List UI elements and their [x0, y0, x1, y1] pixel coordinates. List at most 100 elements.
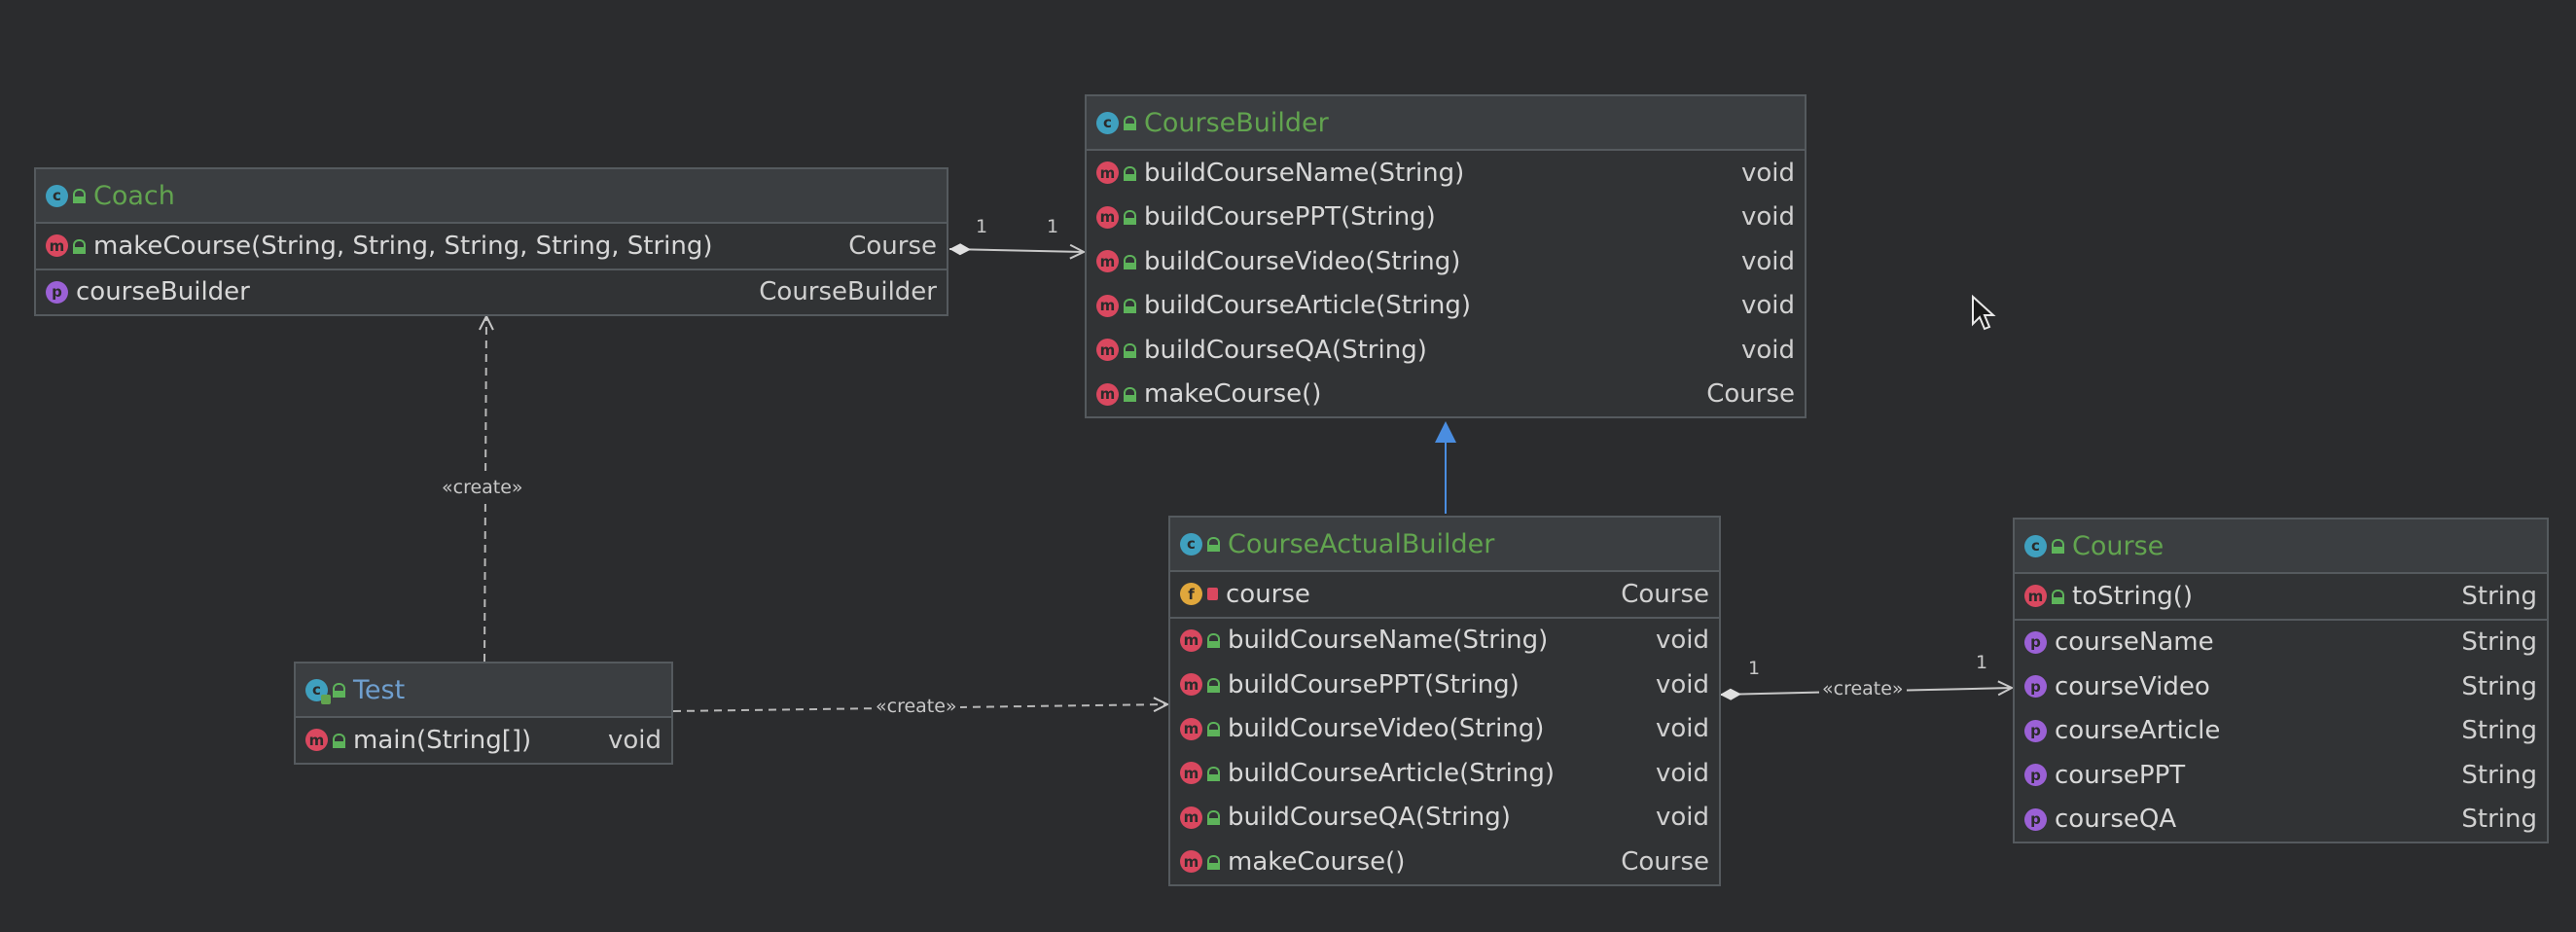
class-node-coursebuilder[interactable]: c CourseBuilder m buildCourseName(String… — [1085, 94, 1807, 418]
field-row[interactable]: p courseName String — [2015, 621, 2547, 665]
public-visibility-icon — [1207, 633, 1220, 649]
member-name: buildCourseQA(String) — [1144, 335, 1427, 365]
public-visibility-icon — [333, 683, 345, 698]
class-header[interactable]: c Coach — [36, 169, 947, 224]
method-row[interactable]: m buildCourseName(String) void — [1087, 151, 1805, 196]
member-type: void — [1655, 714, 1709, 744]
public-visibility-icon — [1124, 165, 1136, 181]
method-icon: m — [1180, 628, 1202, 652]
member-name: buildCourseName(String) — [1144, 158, 1465, 188]
class-node-courseactualbuilder[interactable]: c CourseActualBuilder f course Course m … — [1168, 516, 1721, 886]
multiplicity-label: 1 — [1044, 216, 1062, 237]
method-row[interactable]: m buildCourseArticle(String) void — [1170, 751, 1719, 796]
method-row[interactable]: m buildCoursePPT(String) void — [1170, 663, 1719, 707]
member-name: buildCoursePPT(String) — [1144, 202, 1436, 233]
member-name: makeCourse() — [1228, 846, 1406, 877]
field-row[interactable]: p courseQA String — [2015, 798, 2547, 842]
member-type: void — [1655, 758, 1709, 788]
member-type: void — [1655, 669, 1709, 699]
public-visibility-icon — [1207, 766, 1220, 781]
method-row[interactable]: m buildCourseName(String) void — [1170, 619, 1719, 663]
member-name: courseQA — [2055, 805, 2177, 835]
create-label: «create» — [873, 696, 960, 717]
method-row[interactable]: m buildCourseQA(String) void — [1087, 328, 1805, 373]
class-title: Test — [353, 674, 406, 705]
method-icon: m — [2024, 585, 2047, 608]
field-row[interactable]: p courseBuilder CourseBuilder — [36, 270, 947, 315]
method-row[interactable]: m buildCourseVideo(String) void — [1170, 707, 1719, 752]
property-icon: p — [2024, 807, 2047, 831]
method-row[interactable]: m makeCourse() Course — [1170, 840, 1719, 884]
member-type: String — [2461, 760, 2537, 790]
methods-section: m makeCourse(String, String, String, Str… — [36, 224, 947, 270]
property-icon: p — [46, 280, 68, 304]
class-icon: c — [46, 184, 68, 207]
method-icon: m — [1180, 806, 1202, 829]
member-type: void — [607, 725, 662, 755]
member-name: makeCourse() — [1144, 379, 1322, 410]
class-node-coach[interactable]: c Coach m makeCourse(String, String, Str… — [34, 167, 948, 316]
fields-section: p courseBuilder CourseBuilder — [36, 270, 947, 315]
fields-section: f course Course — [1170, 572, 1719, 619]
static-method-icon: m — [305, 729, 328, 752]
property-icon: p — [2024, 764, 2047, 787]
member-type: String — [2461, 805, 2537, 835]
field-row[interactable]: p coursePPT String — [2015, 753, 2547, 798]
fields-section: p courseName String p courseVideo String… — [2015, 621, 2547, 842]
member-type: void — [1740, 202, 1795, 233]
interface-icon: c — [1096, 111, 1119, 134]
public-visibility-icon — [73, 189, 86, 203]
field-row[interactable]: p courseArticle String — [2015, 709, 2547, 754]
public-visibility-icon — [1207, 677, 1220, 693]
member-type: String — [2461, 581, 2537, 611]
property-icon: p — [2024, 719, 2047, 742]
public-visibility-icon — [2052, 539, 2064, 554]
runnable-class-icon: c — [305, 678, 331, 704]
method-row[interactable]: m buildCourseArticle(String) void — [1087, 284, 1805, 329]
member-type: void — [1655, 803, 1709, 833]
class-node-test[interactable]: c Test m main(String[]) void — [294, 662, 673, 765]
class-title: Coach — [93, 180, 175, 211]
create-label: «create» — [1819, 678, 1907, 699]
member-name: buildCourseVideo(String) — [1228, 714, 1545, 744]
member-name: main(String[]) — [353, 725, 532, 755]
method-icon: m — [1180, 717, 1202, 740]
member-type: void — [1740, 335, 1795, 365]
member-type: void — [1740, 158, 1795, 188]
class-header[interactable]: c Test — [296, 663, 671, 718]
uml-class-diagram: 1 1 «create» «create» 1 «create» 1 c Coa… — [0, 0, 2576, 932]
method-icon: m — [1096, 294, 1119, 317]
member-type: Course — [1706, 379, 1795, 410]
class-header[interactable]: c Course — [2015, 520, 2547, 574]
member-name: makeCourse(String, String, String, Strin… — [93, 231, 713, 261]
member-name: buildCoursePPT(String) — [1228, 669, 1520, 699]
method-row[interactable]: m toString() String — [2015, 574, 2547, 619]
member-type: String — [2461, 716, 2537, 746]
member-name: courseArticle — [2055, 716, 2221, 746]
field-row[interactable]: f course Course — [1170, 572, 1719, 617]
create-label: «create» — [439, 477, 526, 498]
private-lock-icon — [1207, 588, 1218, 601]
field-row[interactable]: p courseVideo String — [2015, 664, 2547, 709]
method-row[interactable]: m buildCourseVideo(String) void — [1087, 239, 1805, 284]
field-icon: f — [1180, 583, 1202, 606]
member-type: CourseBuilder — [759, 277, 937, 307]
method-row[interactable]: m main(String[]) void — [296, 718, 671, 763]
method-row[interactable]: m buildCoursePPT(String) void — [1087, 196, 1805, 240]
class-title: CourseBuilder — [1144, 107, 1329, 138]
method-row[interactable]: m makeCourse() Course — [1087, 373, 1805, 417]
multiplicity-label: 1 — [1973, 652, 1991, 673]
class-node-course[interactable]: c Course m toString() String p courseNam… — [2013, 518, 2549, 843]
method-icon: m — [1180, 673, 1202, 697]
method-icon: m — [46, 234, 68, 258]
class-header[interactable]: c CourseBuilder — [1087, 96, 1805, 151]
member-name: buildCourseArticle(String) — [1228, 758, 1555, 788]
public-visibility-icon — [73, 238, 86, 254]
mouse-cursor-icon — [1972, 295, 1996, 331]
method-row[interactable]: m makeCourse(String, String, String, Str… — [36, 224, 947, 269]
method-row[interactable]: m buildCourseQA(String) void — [1170, 796, 1719, 841]
class-header[interactable]: c CourseActualBuilder — [1170, 518, 1719, 572]
public-visibility-icon — [333, 733, 345, 748]
methods-section: m buildCourseName(String) void m buildCo… — [1087, 151, 1805, 416]
member-name: buildCourseVideo(String) — [1144, 246, 1461, 276]
